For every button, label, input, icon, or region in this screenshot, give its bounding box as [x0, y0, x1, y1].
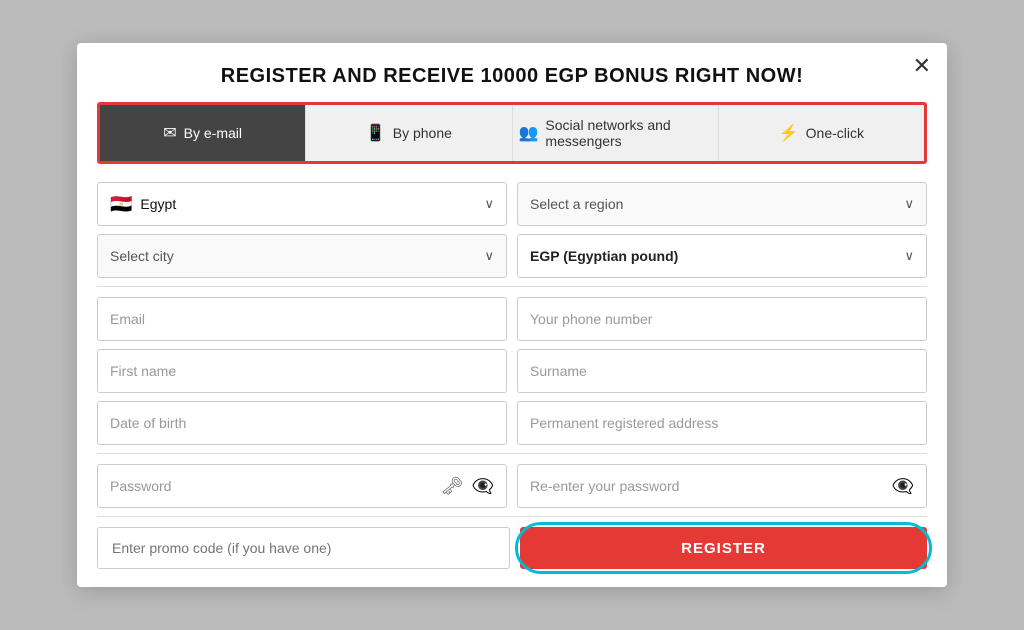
country-flag: 🇪🇬: [110, 194, 132, 215]
firstname-placeholder: First name: [110, 363, 494, 379]
email-placeholder: Email: [110, 311, 494, 327]
password-input[interactable]: Password 🗝 👁‍🗨: [97, 464, 507, 508]
currency-chevron-icon: ∨: [904, 248, 914, 264]
form-area: 🇪🇬 Egypt ∨ Select a region ∨ Select city: [77, 182, 947, 587]
divider-2: [97, 453, 927, 454]
repassword-input[interactable]: Re-enter your password 👁‍🗨: [517, 464, 927, 508]
phone-placeholder: Your phone number: [530, 311, 914, 327]
divider-3: [97, 516, 927, 517]
modal-overlay: ✕ REGISTER AND RECEIVE 10000 EGP BONUS R…: [0, 0, 1024, 630]
dob-address-row: Date of birth Permanent registered addre…: [97, 401, 927, 445]
repassword-placeholder: Re-enter your password: [530, 478, 892, 494]
promo-register-row: REGISTER: [97, 527, 927, 569]
region-select[interactable]: Select a region ∨: [517, 182, 927, 226]
divider-1: [97, 286, 927, 287]
surname-input[interactable]: Surname: [517, 349, 927, 393]
country-select[interactable]: 🇪🇬 Egypt ∨: [97, 182, 507, 226]
tab-oneclick[interactable]: ⚡ One-click: [719, 105, 924, 161]
modal: ✕ REGISTER AND RECEIVE 10000 EGP BONUS R…: [77, 43, 947, 587]
password-row: Password 🗝 👁‍🗨 Re-enter your password 👁‍…: [97, 464, 927, 508]
region-chevron-icon: ∨: [904, 196, 914, 212]
country-chevron-icon: ∨: [484, 196, 494, 212]
eye-slash-icon-2[interactable]: 👁‍🗨: [892, 476, 914, 497]
email-icon: ✉: [163, 123, 176, 143]
password-icons: 🗝 👁‍🗨: [441, 476, 494, 497]
region-placeholder: Select a region: [530, 196, 623, 212]
lightning-icon: ⚡: [779, 123, 799, 143]
promo-input[interactable]: [97, 527, 510, 569]
dob-placeholder: Date of birth: [110, 415, 494, 431]
tab-social-label: Social networks and messengers: [545, 117, 711, 149]
firstname-input[interactable]: First name: [97, 349, 507, 393]
tab-email[interactable]: ✉ By e-mail: [100, 105, 306, 161]
email-input[interactable]: Email: [97, 297, 507, 341]
city-currency-row: Select city ∨ EGP (Egyptian pound) ∨: [97, 234, 927, 278]
tab-oneclick-label: One-click: [806, 125, 864, 141]
city-chevron-icon: ∨: [484, 248, 494, 264]
phone-input[interactable]: Your phone number: [517, 297, 927, 341]
tab-email-label: By e-mail: [184, 125, 242, 141]
close-button[interactable]: ✕: [913, 55, 931, 77]
name-row: First name Surname: [97, 349, 927, 393]
register-button[interactable]: REGISTER: [520, 527, 927, 569]
country-label: Egypt: [140, 196, 176, 212]
surname-placeholder: Surname: [530, 363, 914, 379]
tabs-container: ✉ By e-mail 📱 By phone 👥 Social networks…: [97, 102, 927, 164]
city-select[interactable]: Select city ∨: [97, 234, 507, 278]
eye-slash-icon[interactable]: 👁‍🗨: [472, 476, 494, 497]
country-region-row: 🇪🇬 Egypt ∨ Select a region ∨: [97, 182, 927, 226]
modal-title: REGISTER AND RECEIVE 10000 EGP BONUS RIG…: [77, 43, 947, 102]
city-placeholder: Select city: [110, 248, 174, 264]
tab-phone-label: By phone: [393, 125, 452, 141]
currency-label: EGP (Egyptian pound): [530, 248, 678, 264]
address-input[interactable]: Permanent registered address: [517, 401, 927, 445]
tab-social[interactable]: 👥 Social networks and messengers: [513, 105, 719, 161]
social-icon: 👥: [519, 123, 539, 143]
repassword-icons: 👁‍🗨: [892, 476, 914, 497]
email-phone-row: Email Your phone number: [97, 297, 927, 341]
phone-icon: 📱: [366, 123, 386, 143]
currency-select[interactable]: EGP (Egyptian pound) ∨: [517, 234, 927, 278]
key-icon[interactable]: 🗝: [441, 476, 464, 497]
tab-phone[interactable]: 📱 By phone: [306, 105, 512, 161]
address-placeholder: Permanent registered address: [530, 415, 914, 431]
password-placeholder: Password: [110, 478, 441, 494]
dob-input[interactable]: Date of birth: [97, 401, 507, 445]
